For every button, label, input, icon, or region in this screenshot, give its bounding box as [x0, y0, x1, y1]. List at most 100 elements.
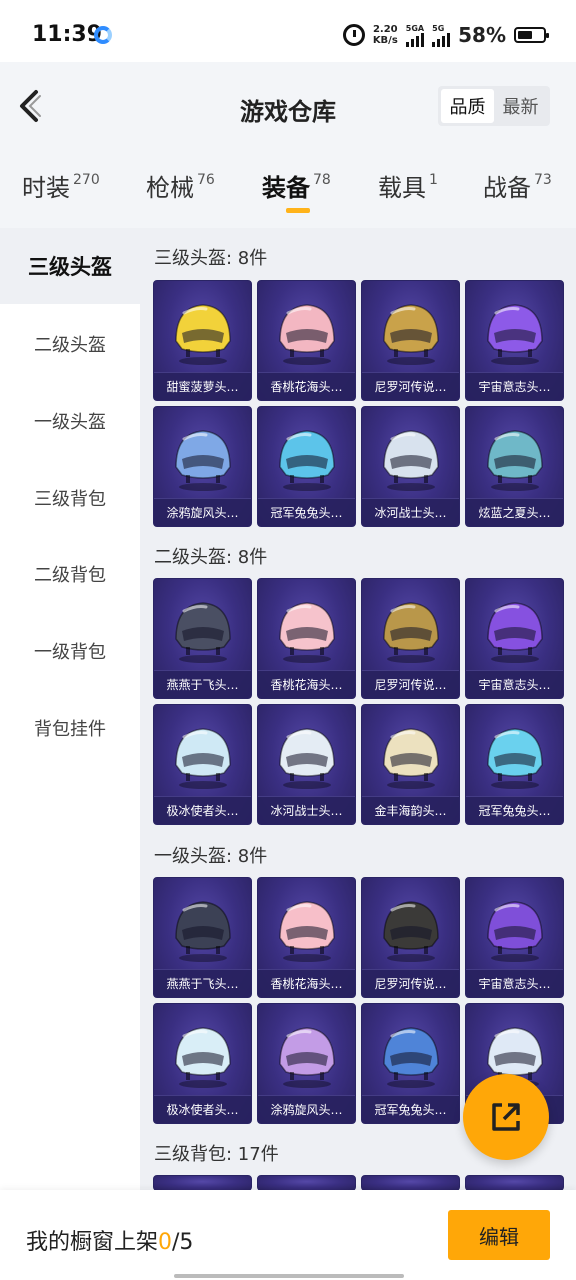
- item-name: 冰河战士头…: [258, 796, 355, 824]
- tab-count: 270: [73, 172, 100, 188]
- item-card[interactable]: 冠军兔兔头…: [465, 704, 564, 825]
- golden-sea-helmet-icon: [382, 728, 439, 789]
- item-card[interactable]: 燕燕于飞头…: [153, 877, 252, 998]
- item-name: 极冰使者头…: [154, 1095, 251, 1123]
- status-indicators: 2.20 KB/s 5GA 5G 58%: [342, 20, 549, 50]
- item-card[interactable]: 尼罗河传说…: [361, 578, 460, 699]
- item-name: 涂鸦旋风头…: [154, 498, 251, 526]
- item-card[interactable]: 宇宙意志头…: [465, 280, 564, 401]
- section-title: 三级头盔: 8件: [154, 248, 268, 269]
- item-grid: 甜蜜菠萝头… 香桃花海头… 尼罗河传说… 宇宙意志头… 涂鸦旋风头… 冠军兔兔头… 冰河战士…: [153, 280, 564, 527]
- sort-toggle: 品质 最新: [438, 86, 550, 126]
- item-content: 三级头盔: 8件 甜蜜菠萝头… 香桃花海头… 尼罗河传说… 宇宙意志头… 涂鸦旋风头… 冠…: [140, 228, 576, 1190]
- egypt-helmet-icon: [382, 901, 439, 962]
- item-card[interactable]: 冰河战士头…: [361, 406, 460, 527]
- item-card[interactable]: 燕燕于飞头…: [153, 578, 252, 699]
- tab-vehicles[interactable]: 载具 1: [378, 168, 438, 203]
- item-card[interactable]: 冠军兔兔头…: [257, 406, 356, 527]
- item-name: 冰河战士头…: [362, 498, 459, 526]
- egypt-helmet-icon: [382, 304, 439, 365]
- speed-value: 2.20: [372, 24, 398, 35]
- share-button[interactable]: [463, 1074, 549, 1160]
- item-card[interactable]: 金丰海韵头…: [361, 704, 460, 825]
- net2-label: 5G: [432, 23, 445, 33]
- sort-quality-button[interactable]: 品质: [441, 89, 494, 123]
- tab-label: 时装: [22, 174, 70, 202]
- sort-latest-button[interactable]: 最新: [494, 89, 547, 123]
- network-speed: 2.20 KB/s: [373, 24, 398, 46]
- cosmic-helmet-icon: [486, 304, 543, 365]
- bunny-helmet-icon: [486, 728, 543, 789]
- item-card[interactable]: 香桃花海头…: [257, 280, 356, 401]
- item-grid-partial: [153, 1175, 564, 1190]
- edit-button[interactable]: 编辑: [448, 1210, 550, 1260]
- external-link-icon: [492, 1103, 520, 1131]
- item-name: 宇宙意志头…: [466, 969, 563, 997]
- sidebar-item-level1-backpack[interactable]: 一级背包: [0, 613, 140, 689]
- category-tabs: 时装 270 枪械 76 装备 78 载具 1 战备 73: [0, 154, 576, 228]
- swallow-helmet-icon: [174, 602, 231, 663]
- sidebar-item-level3-helmet[interactable]: 三级头盔: [0, 228, 140, 304]
- pineapple-helmet-icon: [174, 304, 231, 365]
- item-card[interactable]: 宇宙意志头…: [465, 877, 564, 998]
- item-card[interactable]: 香桃花海头…: [257, 877, 356, 998]
- item-name: 尼罗河传说…: [362, 372, 459, 400]
- item-card[interactable]: [257, 1175, 356, 1190]
- sidebar-item-level3-backpack[interactable]: 三级背包: [0, 460, 140, 536]
- bottom-bar: 我的橱窗上架0/5 编辑: [0, 1190, 576, 1280]
- sidebar-item-level1-helmet[interactable]: 一级头盔: [0, 383, 140, 459]
- tab-supplies[interactable]: 战备 73: [483, 168, 552, 203]
- tab-count: 73: [534, 172, 552, 188]
- sidebar-item-level2-backpack[interactable]: 二级背包: [0, 536, 140, 612]
- item-card[interactable]: 甜蜜菠萝头…: [153, 280, 252, 401]
- app-notification-icon: [94, 26, 112, 44]
- bunny-helmet-icon: [278, 430, 335, 491]
- item-card[interactable]: [465, 1175, 564, 1190]
- sidebar: 三级头盔 二级头盔 一级头盔 三级背包 二级背包 一级背包 背包挂件: [0, 228, 140, 1190]
- summer-helmet-icon: [486, 430, 543, 491]
- tab-fashion[interactable]: 时装 270: [22, 168, 100, 203]
- showcase-label: 我的橱窗上架: [26, 1230, 159, 1255]
- item-card[interactable]: 极冰使者头…: [153, 1003, 252, 1124]
- home-indicator[interactable]: [174, 1274, 404, 1278]
- item-card[interactable]: 宇宙意志头…: [465, 578, 564, 699]
- ice-helmet-icon: [174, 728, 231, 789]
- sidebar-item-level2-helmet[interactable]: 二级头盔: [0, 306, 140, 382]
- item-name: 金丰海韵头…: [362, 796, 459, 824]
- pink-helmet-icon: [278, 602, 335, 663]
- item-card[interactable]: 冰河战士头…: [257, 704, 356, 825]
- item-name: 冠军兔兔头…: [258, 498, 355, 526]
- item-card[interactable]: 极冰使者头…: [153, 704, 252, 825]
- item-name: 香桃花海头…: [258, 372, 355, 400]
- item-card[interactable]: 冠军兔兔头…: [361, 1003, 460, 1124]
- graffiti-helmet-icon: [174, 430, 231, 491]
- tab-equipment[interactable]: 装备 78: [262, 168, 331, 203]
- showcase-status: 我的橱窗上架0/5: [26, 1224, 193, 1256]
- item-card[interactable]: 炫蓝之夏头…: [465, 406, 564, 527]
- item-card[interactable]: 尼罗河传说…: [361, 280, 460, 401]
- item-card[interactable]: 尼罗河传说…: [361, 877, 460, 998]
- bunny-helmet-icon: [382, 1027, 439, 1088]
- glacier-helmet-icon: [382, 430, 439, 491]
- ice-helmet-icon: [174, 1027, 231, 1088]
- swallow-helmet-icon: [174, 901, 231, 962]
- status-bar: 11:39 2.20 KB/s 5GA 5G 58%: [0, 0, 576, 62]
- item-name: 宇宙意志头…: [466, 372, 563, 400]
- battery-percent: 58%: [458, 23, 506, 47]
- item-name: 香桃花海头…: [258, 670, 355, 698]
- item-card[interactable]: [153, 1175, 252, 1190]
- section-title: 三级背包: 17件: [154, 1144, 279, 1165]
- item-card[interactable]: 涂鸦旋风头…: [153, 406, 252, 527]
- item-card[interactable]: [361, 1175, 460, 1190]
- sidebar-item-backpack-charm[interactable]: 背包挂件: [0, 690, 140, 766]
- item-name: 香桃花海头…: [258, 969, 355, 997]
- item-card[interactable]: 涂鸦旋风头…: [257, 1003, 356, 1124]
- item-card[interactable]: 香桃花海头…: [257, 578, 356, 699]
- tab-count: 76: [197, 172, 215, 188]
- clock: 11:39: [32, 22, 103, 47]
- item-name: 涂鸦旋风头…: [258, 1095, 355, 1123]
- tab-label: 载具: [378, 174, 426, 202]
- tab-guns[interactable]: 枪械 76: [146, 168, 215, 203]
- item-grid: 燕燕于飞头… 香桃花海头… 尼罗河传说… 宇宙意志头… 极冰使者头… 冰河战士头… 金丰海韵…: [153, 578, 564, 825]
- signal-5g-icon: 5G: [432, 23, 451, 47]
